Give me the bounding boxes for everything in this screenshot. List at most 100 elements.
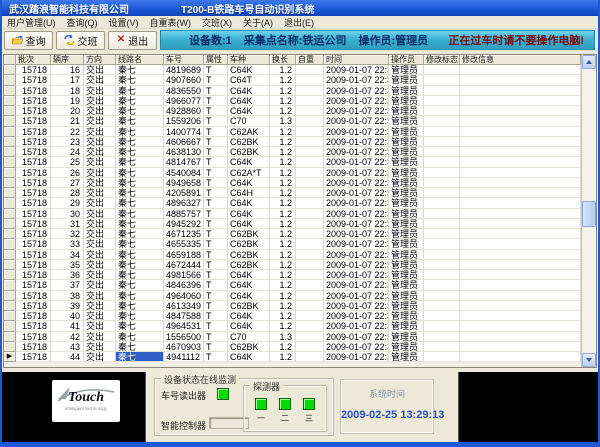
table-cell[interactable]: 1.2 <box>270 311 296 321</box>
table-cell[interactable]: 管理员 <box>389 198 424 208</box>
table-cell[interactable]: 交出 <box>84 270 116 280</box>
table-cell[interactable]: 2009-01-07 22:38:21 <box>324 342 389 352</box>
table-cell[interactable] <box>424 301 460 311</box>
table-cell[interactable]: 秦七 <box>116 332 164 342</box>
menu-item[interactable]: 查询(Q) <box>67 16 98 29</box>
table-cell[interactable]: C64K <box>228 86 270 96</box>
table-cell[interactable] <box>424 116 460 126</box>
table-cell[interactable] <box>424 219 460 229</box>
table-cell[interactable] <box>424 137 460 147</box>
table-cell[interactable]: 4945292 <box>164 219 204 229</box>
table-cell[interactable]: 交出 <box>84 127 116 137</box>
table-cell[interactable]: 4671235 <box>164 229 204 239</box>
table-cell[interactable]: 2009-01-07 22:37:30 <box>324 96 389 106</box>
table-cell[interactable]: T <box>204 157 228 167</box>
table-row[interactable]: 1571842交出秦七1556500TC701.32009-01-07 22:3… <box>4 332 581 342</box>
table-cell[interactable]: T <box>204 332 228 342</box>
table-cell[interactable]: 1.2 <box>270 96 296 106</box>
table-cell[interactable]: 15718 <box>16 116 51 126</box>
table-cell[interactable]: 15718 <box>16 332 51 342</box>
table-cell[interactable] <box>424 96 460 106</box>
table-cell[interactable]: 2009-01-07 22:37:25 <box>324 75 389 85</box>
table-cell[interactable] <box>460 65 581 75</box>
table-cell[interactable]: 28 <box>51 188 84 198</box>
table-cell[interactable]: C64H <box>228 188 270 198</box>
table-cell[interactable]: 19 <box>51 96 84 106</box>
table-row[interactable]: 1571833交出秦七4655335TC62BK1.22009-01-07 22… <box>4 239 581 249</box>
row-selector[interactable] <box>4 291 16 301</box>
table-cell[interactable]: 38 <box>51 291 84 301</box>
table-cell[interactable]: 4928860 <box>164 106 204 116</box>
table-cell[interactable]: 秦七 <box>116 321 164 331</box>
table-cell[interactable] <box>296 311 324 321</box>
table-cell[interactable]: 15718 <box>16 86 51 96</box>
table-cell[interactable]: 40 <box>51 311 84 321</box>
table-row[interactable]: 1571838交出秦七4964060TC64K1.22009-01-07 22:… <box>4 291 581 301</box>
table-cell[interactable]: 秦七 <box>116 342 164 352</box>
row-selector[interactable] <box>4 157 16 167</box>
table-cell[interactable]: 2009-01-07 22:37:44 <box>324 157 389 167</box>
table-cell[interactable]: T <box>204 270 228 280</box>
menu-item[interactable]: 关于(A) <box>243 16 273 29</box>
table-cell[interactable]: 管理员 <box>389 86 424 96</box>
table-cell[interactable] <box>424 168 460 178</box>
table-cell[interactable] <box>424 280 460 290</box>
table-cell[interactable]: 管理员 <box>389 65 424 75</box>
table-cell[interactable]: 秦七 <box>116 280 164 290</box>
table-cell[interactable]: 15718 <box>16 65 51 75</box>
menu-item[interactable]: 退出(E) <box>284 16 314 29</box>
table-cell[interactable] <box>424 250 460 260</box>
table-cell[interactable]: 36 <box>51 270 84 280</box>
table-cell[interactable]: T <box>204 209 228 219</box>
table-cell[interactable] <box>460 280 581 290</box>
table-row[interactable]: 1571840交出秦七4847588TC64K1.22009-01-07 22:… <box>4 311 581 321</box>
table-cell[interactable]: 1.2 <box>270 280 296 290</box>
table-cell[interactable]: 4846396 <box>164 280 204 290</box>
table-cell[interactable] <box>460 321 581 331</box>
table-cell[interactable] <box>460 291 581 301</box>
table-cell[interactable]: T <box>204 301 228 311</box>
table-cell[interactable] <box>460 260 581 270</box>
table-cell[interactable]: 交出 <box>84 65 116 75</box>
table-row[interactable]: 1571827交出秦七4949658TC64K1.22009-01-07 22:… <box>4 178 581 188</box>
table-cell[interactable]: 39 <box>51 301 84 311</box>
table-cell[interactable]: 15718 <box>16 280 51 290</box>
table-cell[interactable]: 秦七 <box>116 209 164 219</box>
table-row[interactable]: 1571831交出秦七4945292TC64K1.22009-01-07 22:… <box>4 219 581 229</box>
row-selector[interactable] <box>4 301 16 311</box>
table-row[interactable]: 1571817交出秦七4907660TC64T1.22009-01-07 22:… <box>4 75 581 85</box>
table-cell[interactable] <box>296 270 324 280</box>
table-cell[interactable] <box>424 270 460 280</box>
table-row[interactable]: 1571834交出秦七4659188TC62BK1.22009-01-07 22… <box>4 250 581 260</box>
menu-item[interactable]: 交班(X) <box>202 16 232 29</box>
table-cell[interactable] <box>296 352 324 362</box>
table-cell[interactable] <box>296 75 324 85</box>
table-cell[interactable]: 管理员 <box>389 250 424 260</box>
table-cell[interactable]: 1.2 <box>270 321 296 331</box>
table-cell[interactable]: 交出 <box>84 75 116 85</box>
row-selector[interactable] <box>4 137 16 147</box>
table-cell[interactable] <box>296 301 324 311</box>
table-cell[interactable] <box>424 291 460 301</box>
table-cell[interactable]: 秦七 <box>116 147 164 157</box>
table-cell[interactable]: T <box>204 168 228 178</box>
table-row[interactable]: 1571825交出秦七4814767TC64K1.22009-01-07 22:… <box>4 157 581 167</box>
row-selector[interactable] <box>4 188 16 198</box>
table-cell[interactable] <box>460 352 581 362</box>
table-cell[interactable]: 35 <box>51 260 84 270</box>
table-cell[interactable] <box>424 321 460 331</box>
table-cell[interactable]: 1.2 <box>270 86 296 96</box>
table-cell[interactable]: C62BK <box>228 250 270 260</box>
table-cell[interactable]: 15718 <box>16 75 51 85</box>
table-cell[interactable]: 4981566 <box>164 270 204 280</box>
table-cell[interactable]: 秦七 <box>116 157 164 167</box>
table-cell[interactable]: 秦七 <box>116 250 164 260</box>
table-cell[interactable]: C64K <box>228 291 270 301</box>
table-cell[interactable]: 交出 <box>84 332 116 342</box>
table-cell[interactable]: 4949658 <box>164 178 204 188</box>
table-cell[interactable]: 1.3 <box>270 116 296 126</box>
table-cell[interactable]: T <box>204 86 228 96</box>
table-cell[interactable]: 管理员 <box>389 116 424 126</box>
table-cell[interactable]: 30 <box>51 209 84 219</box>
row-selector[interactable] <box>4 219 16 229</box>
